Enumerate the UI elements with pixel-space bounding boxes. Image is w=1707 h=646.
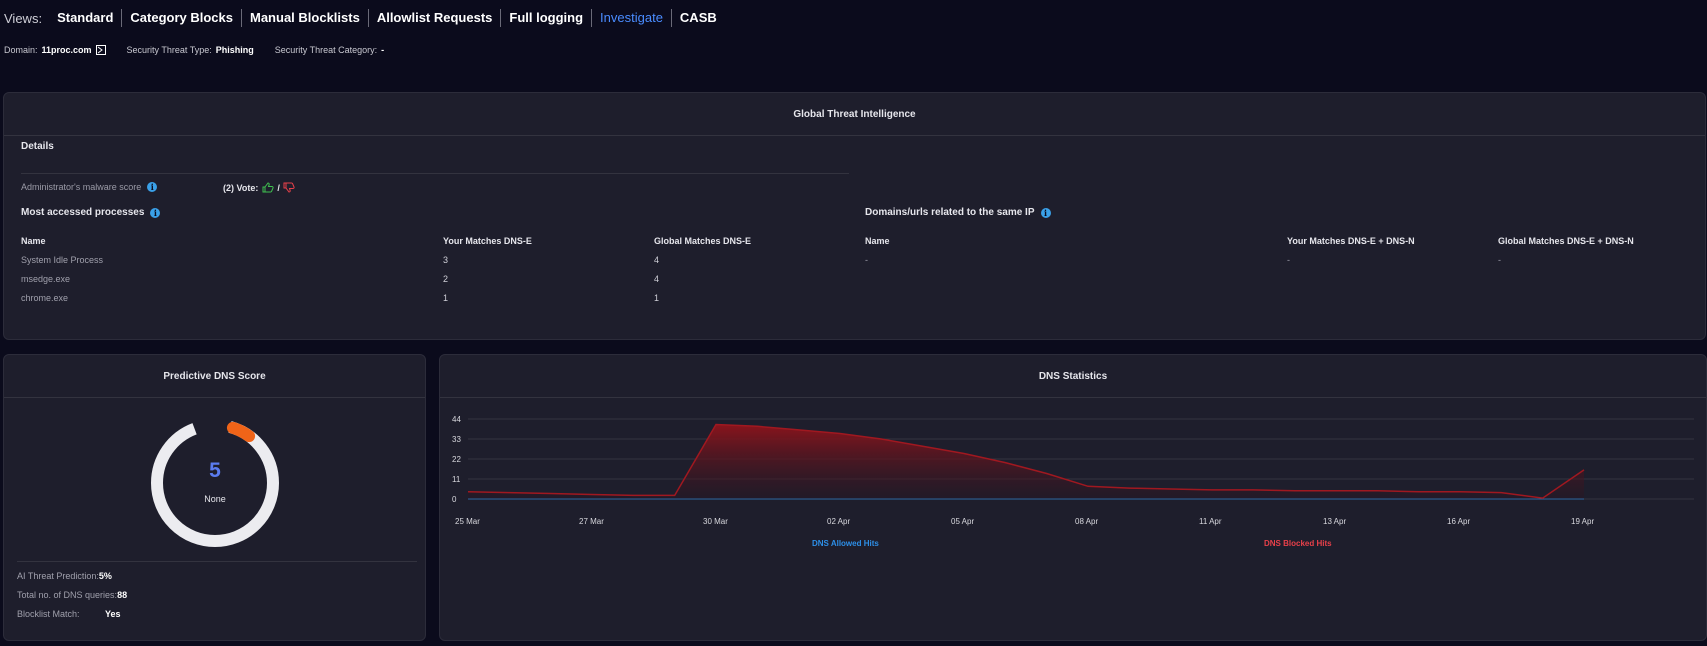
- thumbs-up-icon[interactable]: [262, 182, 274, 193]
- blocklist-label: Blocklist Match:: [17, 609, 80, 619]
- threat-type-value: Phishing: [215, 45, 254, 55]
- details-title: Details: [21, 141, 54, 152]
- threat-type-info: Security Threat Type: Phishing: [127, 45, 254, 55]
- ai-threat-value: 5%: [98, 571, 112, 581]
- malware-score-row: Administrator's malware score i: [21, 182, 158, 192]
- chart-y-tick-label: 0: [452, 495, 457, 504]
- chart-x-tick-label: 30 Mar: [703, 517, 728, 526]
- chart-x-tick-label: 25 Mar: [455, 517, 480, 526]
- chart-x-tick-label: 02 Apr: [827, 517, 850, 526]
- chart-x-tick-label: 05 Apr: [951, 517, 974, 526]
- view-allowlist-requests[interactable]: Allowlist Requests: [369, 9, 502, 27]
- chart-y-tick-label: 33: [452, 435, 461, 444]
- views-label: Views:: [4, 10, 43, 26]
- processes-header-your-matches: Your Matches DNS-E: [443, 236, 532, 246]
- blocklist-value: Yes: [105, 609, 121, 619]
- processes-title-row: Most accessed processes i: [21, 207, 161, 218]
- process-your-matches: 3: [443, 255, 449, 265]
- total-queries-value: 88: [117, 590, 128, 600]
- process-your-matches: 1: [443, 293, 449, 303]
- score-value: 5: [209, 459, 221, 482]
- legend-allowed[interactable]: DNS Allowed Hits: [812, 539, 879, 548]
- domains-header-global-matches: Global Matches DNS-E + DNS-N: [1498, 236, 1634, 246]
- vote-separator: /: [277, 182, 280, 193]
- legend-blocked[interactable]: DNS Blocked Hits: [1264, 539, 1332, 548]
- blocked-hits-area: [468, 424, 1584, 499]
- view-full-logging[interactable]: Full logging: [501, 9, 593, 27]
- dns-statistics-panel: DNS Statistics 0 11 22 33 44 25 Mar 27 Mar 30 M…: [439, 354, 1707, 641]
- score-gauge-ring: [151, 419, 279, 547]
- dns-stats-title: DNS Statistics: [440, 355, 1706, 398]
- process-global-matches: 4: [654, 255, 660, 265]
- view-casb[interactable]: CASB: [672, 9, 725, 27]
- view-investigate[interactable]: Investigate: [592, 9, 672, 27]
- domain-info: Domain: 11proc.com: [4, 45, 106, 55]
- predictive-dns-score-panel: Predictive DNS Score 5 None AI Threat Pr…: [3, 354, 426, 641]
- threat-category-value: -: [381, 45, 385, 55]
- process-your-matches: 2: [443, 274, 449, 284]
- info-icon[interactable]: i: [1040, 207, 1051, 218]
- view-category-blocks[interactable]: Category Blocks: [122, 9, 242, 27]
- domains-header-your-matches: Your Matches DNS-E + DNS-N: [1287, 236, 1415, 246]
- vote-text: (2) Vote:: [223, 182, 259, 193]
- processes-header-name: Name: [21, 236, 46, 246]
- domains-header-name: Name: [865, 236, 890, 246]
- ai-threat-row: AI Threat Prediction: 5%: [17, 571, 112, 581]
- view-manual-blocklists[interactable]: Manual Blocklists: [242, 9, 369, 27]
- threat-type-label: Security Threat Type:: [126, 45, 212, 55]
- domain-global-matches: -: [1498, 255, 1501, 265]
- info-icon[interactable]: i: [150, 207, 161, 218]
- domain-label: Domain:: [4, 45, 38, 55]
- process-global-matches: 4: [654, 274, 660, 284]
- chart-x-tick-label: 13 Apr: [1323, 517, 1346, 526]
- score-level: None: [204, 494, 226, 504]
- process-global-matches: 1: [654, 293, 660, 303]
- chart-x-tick-label: 19 Apr: [1571, 517, 1594, 526]
- pdns-divider: [17, 561, 417, 562]
- chart-y-tick-label: 11: [452, 475, 461, 484]
- blocklist-row: Blocklist Match: Yes: [17, 609, 121, 619]
- domain-value[interactable]: 11proc.com: [42, 45, 92, 55]
- related-domains-title-row: Domains/urls related to the same IP i: [865, 207, 1051, 218]
- external-link-icon[interactable]: [95, 45, 106, 55]
- view-standard[interactable]: Standard: [49, 9, 123, 27]
- chart-y-tick-label: 44: [452, 415, 461, 424]
- ai-threat-label: AI Threat Prediction:: [17, 571, 99, 581]
- thumbs-down-icon[interactable]: [283, 182, 295, 193]
- threat-category-info: Security Threat Category: -: [275, 45, 384, 55]
- chart-x-tick-label: 27 Mar: [579, 517, 604, 526]
- malware-score-label: Administrator's malware score: [21, 182, 142, 192]
- total-queries-label: Total no. of DNS queries:: [17, 590, 118, 600]
- vote-row: (2) Vote: /: [223, 182, 296, 193]
- details-divider: [21, 173, 849, 174]
- views-bar: Views: Standard Category Blocks Manual B…: [4, 7, 725, 29]
- investigate-meta: Domain: 11proc.com Security Threat Type:…: [4, 45, 405, 55]
- process-name: chrome.exe: [21, 293, 69, 303]
- total-queries-row: Total no. of DNS queries: 88: [17, 590, 127, 600]
- chart-x-tick-label: 08 Apr: [1075, 517, 1098, 526]
- pdns-title: Predictive DNS Score: [4, 355, 425, 398]
- chart-y-tick-label: 22: [452, 455, 461, 464]
- process-name: msedge.exe: [21, 274, 71, 284]
- score-gauge: 5 None: [147, 415, 283, 551]
- threat-category-label: Security Threat Category:: [274, 45, 378, 55]
- chart-x-tick-label: 11 Apr: [1199, 517, 1222, 526]
- chart-x-tick-label: 16 Apr: [1447, 517, 1470, 526]
- domain-your-matches: -: [1287, 255, 1290, 265]
- processes-title: Most accessed processes: [21, 207, 145, 218]
- process-name: System Idle Process: [21, 255, 104, 265]
- info-icon[interactable]: i: [147, 182, 158, 192]
- global-threat-intelligence-panel: Global Threat Intelligence Details Admin…: [3, 92, 1706, 340]
- processes-header-global-matches: Global Matches DNS-E: [654, 236, 752, 246]
- domain-name: -: [865, 255, 868, 265]
- related-domains-title: Domains/urls related to the same IP: [865, 207, 1035, 218]
- gti-title: Global Threat Intelligence: [4, 93, 1705, 136]
- dns-chart: 0 11 22 33 44 25 Mar 27 Mar 30 Mar 02 Apr 05 Apr 0…: [452, 415, 1694, 526]
